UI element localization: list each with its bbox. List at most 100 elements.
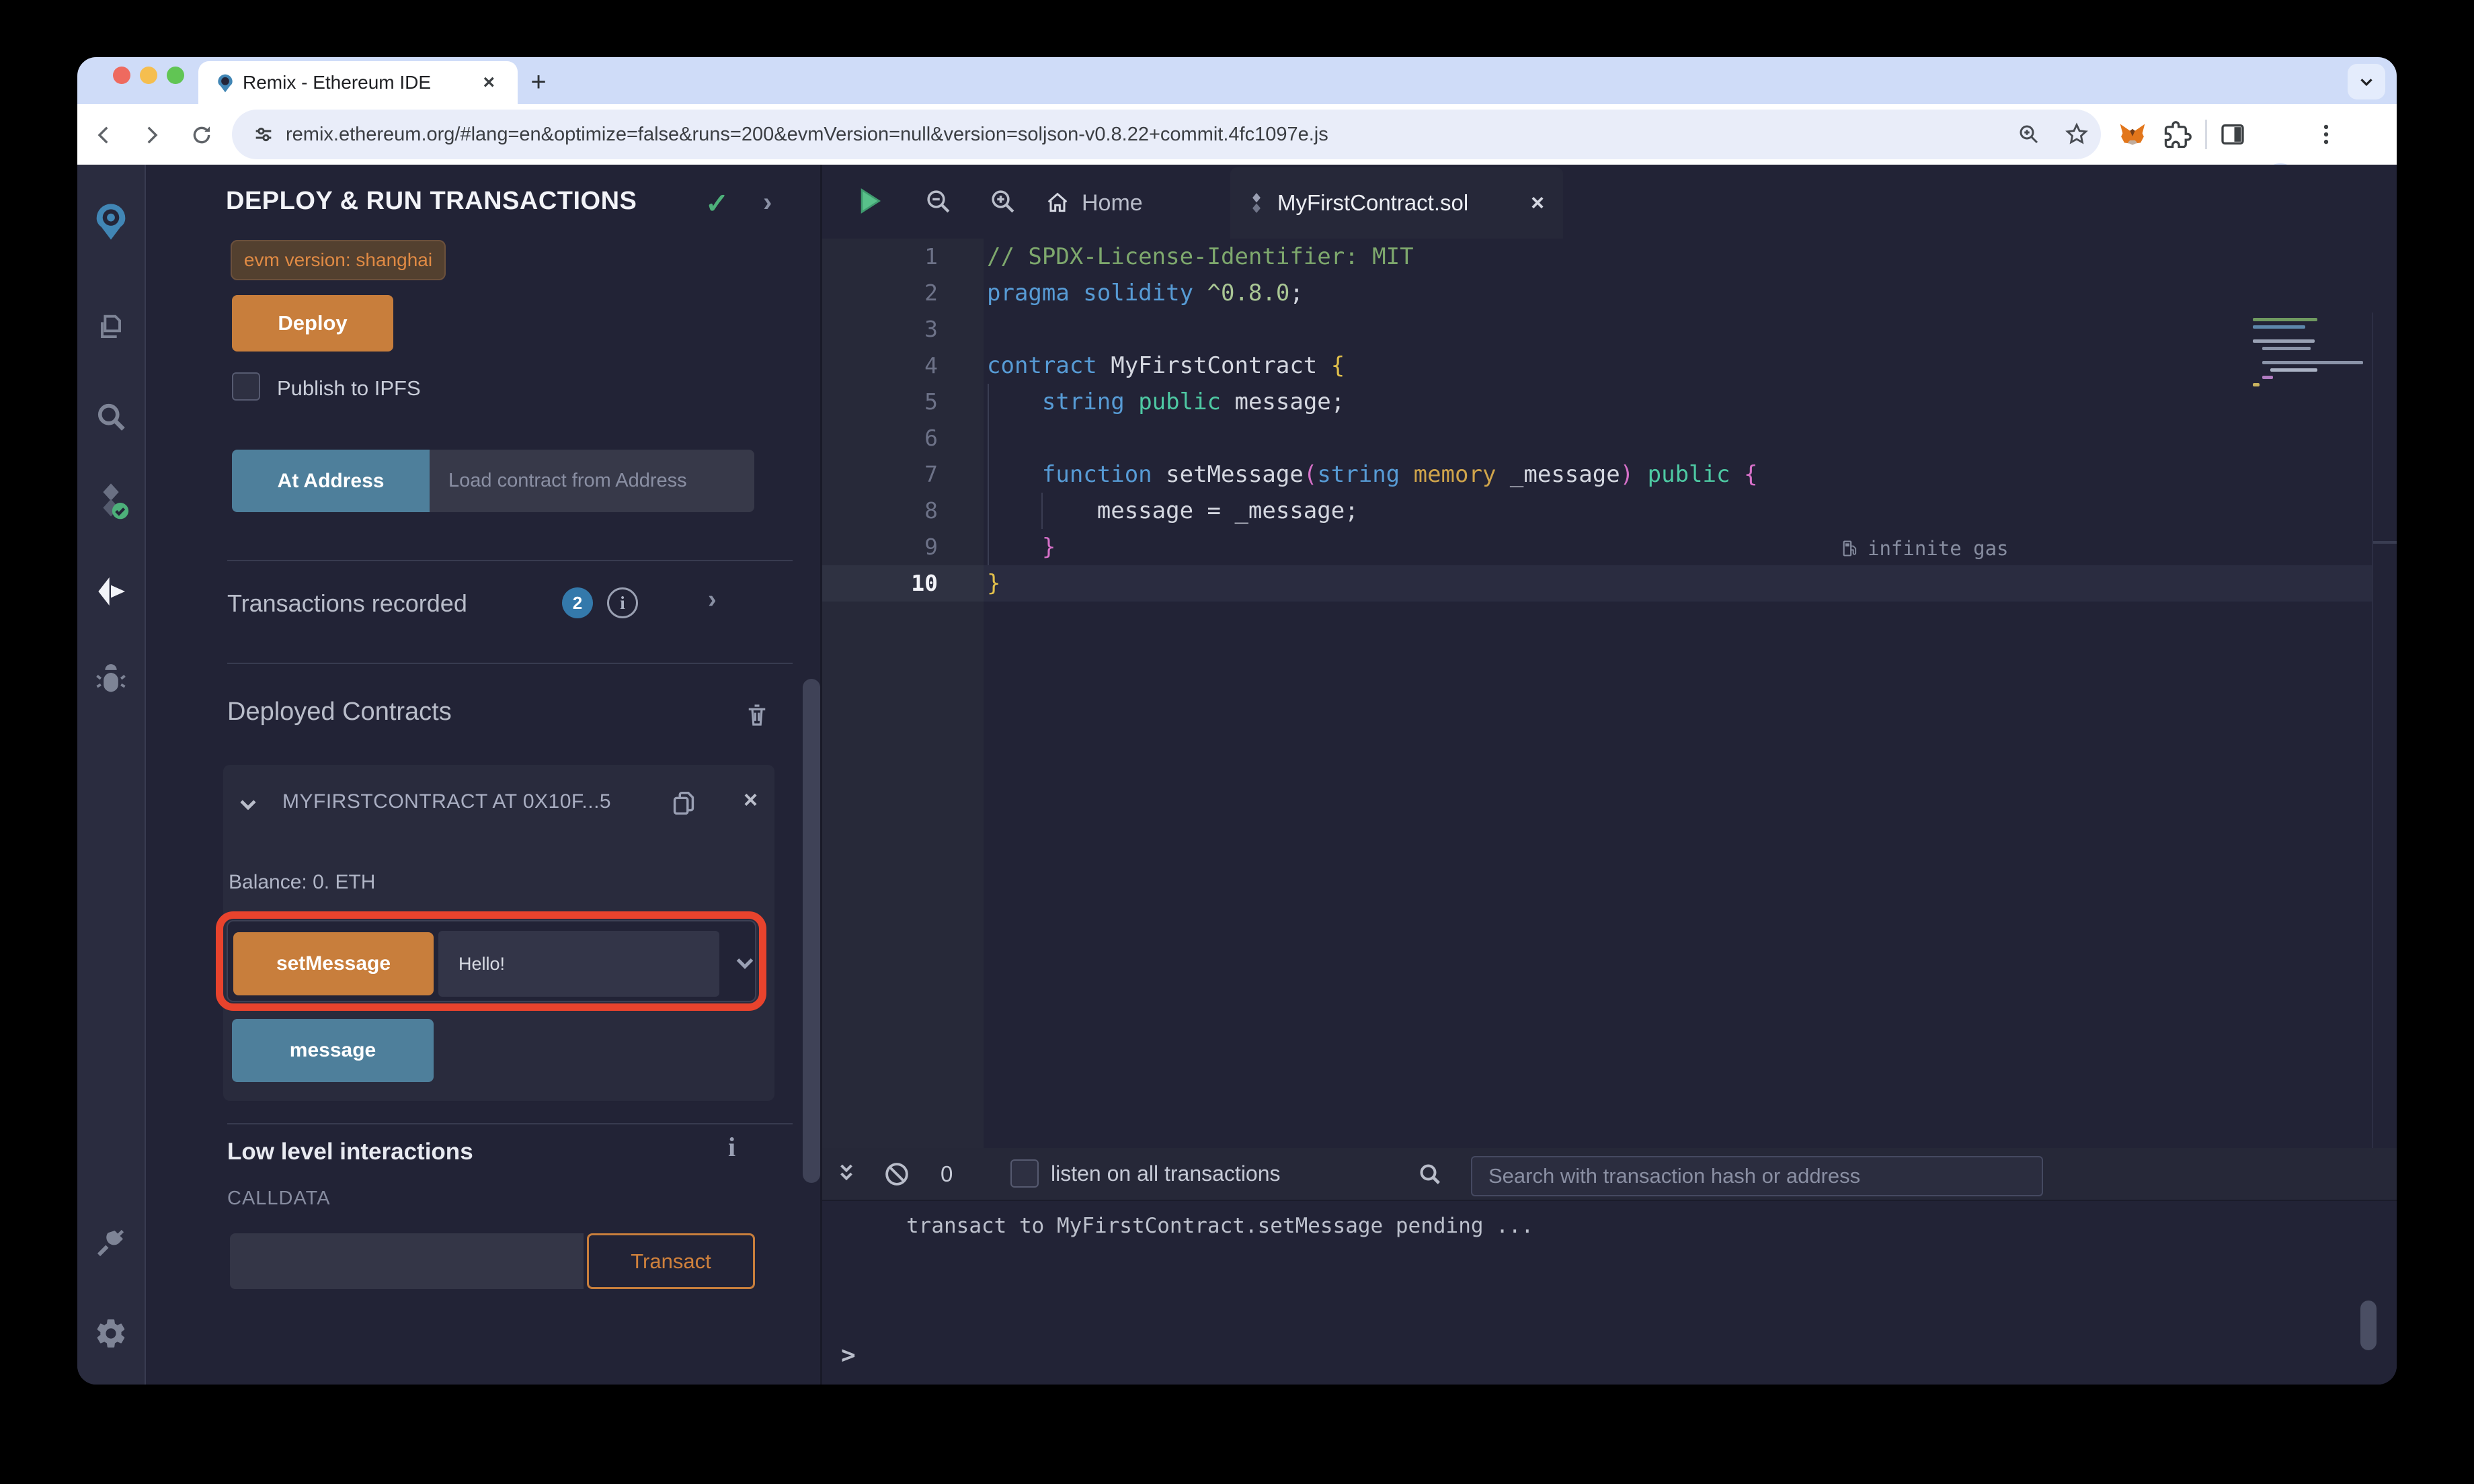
low-level-info-icon[interactable]: i: [728, 1131, 735, 1163]
bookmark-star-icon[interactable]: [2064, 122, 2089, 147]
terminal-prompt[interactable]: >: [841, 1342, 856, 1369]
code-line-7[interactable]: 7 function setMessage(string memory _mes…: [822, 456, 2372, 493]
listen-all-label: listen on all transactions: [1051, 1161, 1281, 1186]
editor-column: Home MyFirstContract.sol × 1// SPDX-Lice…: [820, 165, 2397, 1385]
minimap-divider: [2372, 313, 2373, 1222]
home-tab-label: Home: [1082, 190, 1143, 216]
solidity-file-icon: [1245, 192, 1268, 214]
code-line-1[interactable]: 1// SPDX-License-Identifier: MIT: [822, 239, 2372, 275]
transact-button[interactable]: Transact: [587, 1233, 755, 1289]
calldata-input[interactable]: [230, 1233, 584, 1289]
code-line-5[interactable]: 5 string public message;: [822, 384, 2372, 420]
forward-icon[interactable]: [140, 124, 163, 147]
browser-tab[interactable]: Remix - Ethereum IDE ×: [198, 61, 518, 104]
tab-search-button[interactable]: [2348, 64, 2385, 99]
tab-close-icon[interactable]: ×: [483, 71, 495, 94]
side-panel-icon[interactable]: [2219, 121, 2246, 148]
minimize-window-button[interactable]: [140, 67, 157, 84]
close-contract-icon[interactable]: ×: [744, 786, 758, 814]
remix-app: DEPLOY & RUN TRANSACTIONS ✓ › evm versio…: [77, 165, 2397, 1385]
close-window-button[interactable]: [113, 67, 130, 84]
deploy-button[interactable]: Deploy: [232, 295, 393, 352]
gas-pump-icon: [1843, 540, 1857, 556]
tab-title: Remix - Ethereum IDE: [243, 72, 432, 93]
code-line-2[interactable]: 2 pragma solidity ^0.8.0;: [822, 275, 2372, 311]
search-icon[interactable]: [77, 386, 145, 447]
debugger-icon[interactable]: [77, 650, 145, 710]
editor-scroll-indicator[interactable]: [2373, 541, 2397, 544]
compile-success-check-icon: ✓: [705, 188, 729, 219]
reload-icon[interactable]: [190, 124, 213, 147]
tab-myfirstcontract[interactable]: MyFirstContract.sol ×: [1230, 167, 1563, 239]
divider: [227, 560, 793, 561]
terminal-search-icon: [1416, 1161, 1443, 1188]
run-script-icon[interactable]: [854, 186, 884, 216]
solidity-compiler-icon[interactable]: [77, 470, 145, 531]
code-editor[interactable]: 1// SPDX-License-Identifier: MIT 2 pragma …: [822, 239, 2397, 1222]
file-explorer-icon[interactable]: [77, 298, 145, 358]
code-line-9[interactable]: 9 }: [822, 529, 2372, 565]
trash-icon[interactable]: [743, 701, 771, 729]
metamask-icon[interactable]: [2118, 120, 2147, 150]
terminal-search-input[interactable]: [1471, 1156, 2043, 1196]
plugin-manager-icon[interactable]: [77, 1212, 145, 1273]
zoom-in-icon[interactable]: [989, 188, 1017, 216]
editor-minimap[interactable]: [2242, 313, 2370, 1222]
line-number: 10: [911, 570, 938, 596]
new-tab-button[interactable]: +: [522, 67, 555, 99]
load-contract-address-input[interactable]: [430, 450, 754, 512]
toolbar-separator: [2205, 120, 2207, 149]
low-level-title: Low level interactions: [227, 1139, 473, 1165]
evm-version-badge: evm version: shanghai: [231, 240, 446, 280]
terminal-log-line: transact to MyFirstContract.setMessage p…: [906, 1214, 1534, 1238]
site-settings-icon[interactable]: [252, 123, 275, 146]
deployed-contracts-title: Deployed Contracts: [227, 698, 452, 726]
listen-all-checkbox[interactable]: [1010, 1159, 1039, 1188]
at-address-button[interactable]: At Address: [232, 450, 430, 512]
collapse-chevron-down-icon[interactable]: [237, 793, 260, 816]
set-message-input[interactable]: [438, 931, 719, 997]
deploy-run-icon[interactable]: [77, 561, 145, 622]
collapse-terminal-icon[interactable]: [834, 1161, 859, 1186]
copy-icon[interactable]: [668, 788, 699, 819]
clear-console-icon[interactable]: [883, 1160, 911, 1188]
line-number: 2: [924, 280, 938, 306]
menu-dots-icon[interactable]: [2313, 122, 2339, 147]
indent-guide: [988, 384, 989, 565]
code-line-8[interactable]: 8 message = _message;: [822, 493, 2372, 529]
divider: [227, 663, 793, 664]
message-button[interactable]: message: [232, 1019, 434, 1082]
deployed-contract-card: MYFIRSTCONTRACT AT 0X10F...5 × Balance: …: [216, 765, 774, 1101]
back-icon[interactable]: [93, 124, 116, 147]
file-tab-close-icon[interactable]: ×: [1531, 190, 1544, 216]
remix-logo-icon[interactable]: [77, 192, 145, 252]
url-bar[interactable]: remix.ethereum.org/#lang=en&optimize=fal…: [232, 110, 2101, 159]
browser-toolbar: remix.ethereum.org/#lang=en&optimize=fal…: [77, 104, 2397, 200]
set-message-button[interactable]: setMessage: [233, 932, 434, 995]
panel-chevron-icon[interactable]: ›: [763, 188, 772, 218]
transactions-chevron-icon[interactable]: ›: [708, 585, 717, 614]
terminal-toolbar: 0 listen on all transactions: [822, 1148, 2397, 1201]
transactions-info-icon[interactable]: i: [607, 587, 638, 618]
line-number: 4: [924, 352, 938, 378]
panel-scrollbar[interactable]: [803, 679, 820, 1183]
code-line-10[interactable]: 10}: [822, 565, 2372, 602]
url-text: remix.ethereum.org/#lang=en&optimize=fal…: [286, 123, 1328, 145]
settings-gear-icon[interactable]: [77, 1303, 145, 1364]
publish-ipfs-checkbox[interactable]: [232, 372, 260, 401]
line-number: 7: [924, 461, 938, 487]
terminal-scrollbar[interactable]: [2360, 1301, 2377, 1350]
tab-home[interactable]: Home: [1044, 167, 1143, 239]
zoom-out-icon[interactable]: [924, 188, 953, 216]
code-line-3[interactable]: 3: [822, 311, 2372, 347]
line-number: 6: [924, 425, 938, 451]
calldata-label: CALLDATA: [227, 1188, 331, 1209]
deploy-run-panel: DEPLOY & RUN TRANSACTIONS ✓ › evm versio…: [146, 165, 820, 1385]
code-line-4[interactable]: 4 contract MyFirstContract {: [822, 347, 2372, 384]
zoom-icon[interactable]: [2017, 122, 2041, 147]
extensions-icon[interactable]: [2163, 121, 2192, 149]
expand-args-chevron-icon[interactable]: [733, 951, 757, 975]
zoom-window-button[interactable]: [167, 67, 184, 84]
indent-guide: [1041, 493, 1043, 529]
code-line-6[interactable]: 6: [822, 420, 2372, 456]
